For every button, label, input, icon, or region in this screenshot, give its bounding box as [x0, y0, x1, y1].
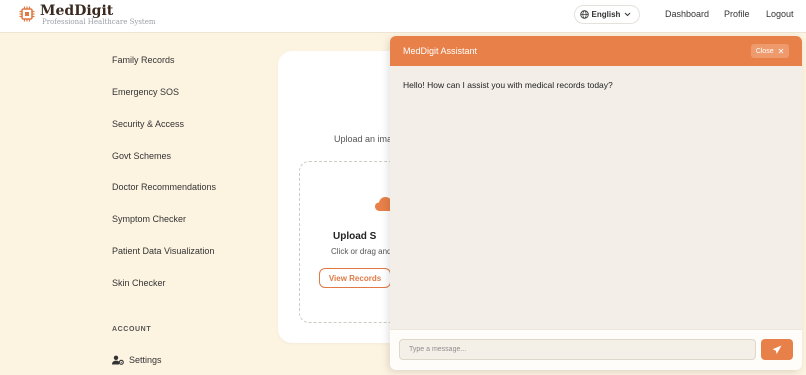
sidebar-item-govt-schemes[interactable]: Govt Schemes: [112, 151, 171, 161]
sidebar-item-doctor-recommendations[interactable]: Doctor Recommendations: [112, 182, 216, 192]
user-gear-icon: [112, 355, 124, 365]
globe-icon: [579, 10, 589, 19]
sidebar-item-settings[interactable]: Settings: [112, 355, 162, 365]
sidebar-item-skin-checker[interactable]: Skin Checker: [112, 278, 166, 288]
chat-header: MedDigit Assistant Close ✕: [390, 36, 802, 66]
sidebar-item-emergency-sos[interactable]: Emergency SOS: [112, 87, 179, 97]
sidebar-item-family-records[interactable]: Family Records: [112, 55, 175, 65]
language-selector[interactable]: English: [574, 5, 640, 24]
chat-close-button[interactable]: Close ✕: [751, 44, 789, 58]
logo[interactable]: MedDigit Professional Healthcare System: [19, 4, 156, 27]
language-label: English: [591, 10, 621, 19]
chat-message-input[interactable]: [399, 339, 756, 360]
account-section-label: ACCOUNT: [112, 326, 152, 333]
brand-name: MedDigit: [40, 3, 114, 19]
sidebar-item-security-access[interactable]: Security & Access: [112, 119, 184, 129]
nav-profile[interactable]: Profile: [724, 9, 750, 19]
nav-dashboard[interactable]: Dashboard: [665, 9, 709, 19]
top-header: MedDigit Professional Healthcare System …: [0, 0, 806, 33]
sidebar-item-patient-data-visualization[interactable]: Patient Data Visualization: [112, 246, 214, 256]
chat-panel: MedDigit Assistant Close ✕ Hello! How ca…: [390, 36, 802, 370]
assistant-message: Hello! How can I assist you with medical…: [403, 80, 613, 90]
sidebar-item-symptom-checker[interactable]: Symptom Checker: [112, 214, 186, 224]
brand-tagline: Professional Healthcare System: [42, 18, 156, 26]
view-records-button[interactable]: View Records: [319, 268, 391, 288]
send-button[interactable]: [761, 339, 793, 360]
close-icon: ✕: [777, 46, 785, 56]
chat-title: MedDigit Assistant: [403, 46, 478, 56]
chat-input-bar: [390, 329, 802, 370]
chevron-down-icon: [625, 12, 631, 17]
chip-logo-icon: [19, 6, 35, 22]
upload-subtitle: Click or drag and: [331, 247, 392, 256]
upload-title: Upload S: [333, 231, 377, 242]
close-label: Close: [755, 47, 774, 55]
upload-intro-text: Upload an ima: [334, 134, 393, 144]
settings-label: Settings: [129, 355, 162, 365]
nav-logout[interactable]: Logout: [766, 9, 794, 19]
send-icon: [772, 345, 782, 354]
